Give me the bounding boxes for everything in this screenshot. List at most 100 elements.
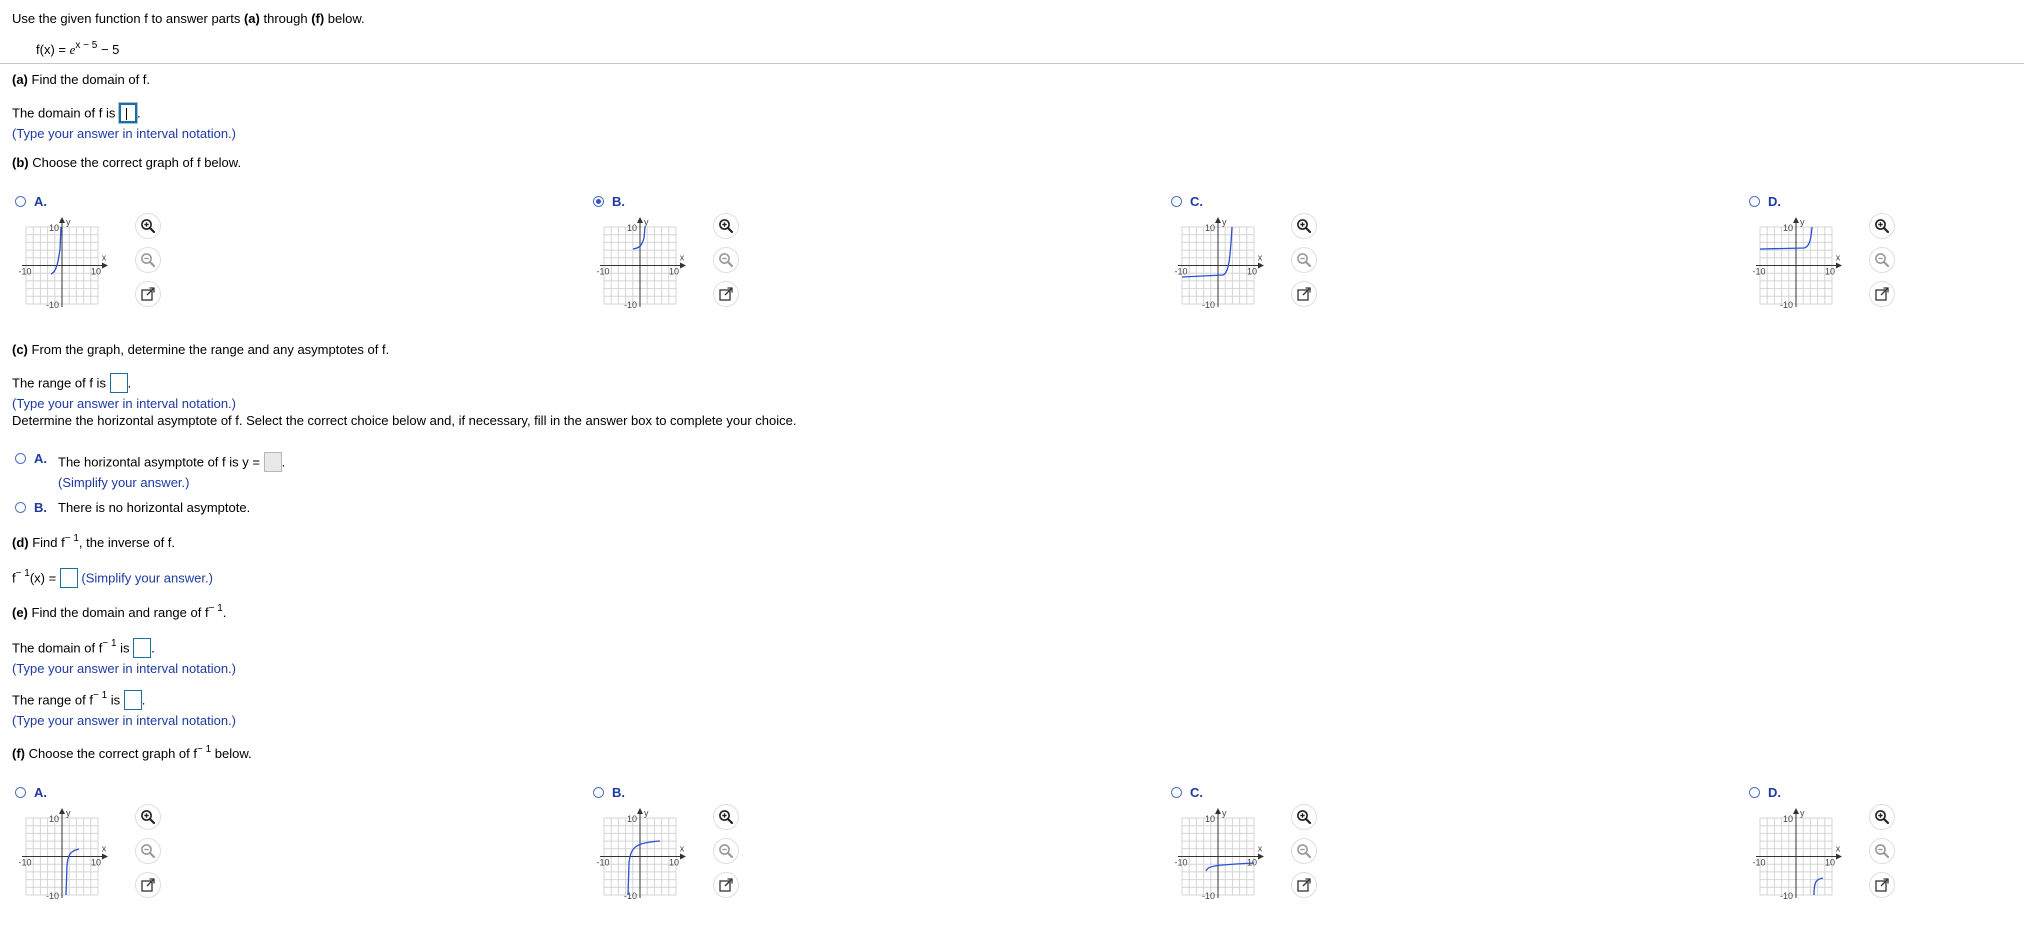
- y-tick-bottom: -10: [46, 891, 59, 900]
- y-tick-bottom: -10: [624, 891, 637, 900]
- open-external-icon[interactable]: [1292, 282, 1316, 306]
- divider: [0, 63, 2024, 64]
- asymptote-choice-a-hint: (Simplify your answer.): [58, 475, 190, 490]
- zoom-in-icon[interactable]: [1870, 214, 1894, 238]
- y-tick-top: 10: [49, 223, 59, 233]
- part-a-question: (a) Find the domain of f.: [12, 72, 151, 87]
- zoom-in-icon[interactable]: [1292, 214, 1316, 238]
- y-axis-label: y: [644, 808, 649, 818]
- inverse-range-input[interactable]: [123, 690, 142, 710]
- graph-inverse-option-c-radio[interactable]: [1171, 787, 1182, 798]
- open-external-icon[interactable]: [1870, 282, 1894, 306]
- graph-inverse-option-a-radio[interactable]: [15, 787, 26, 798]
- part-e-domain-line: The domain of f− 1 is .: [12, 638, 155, 659]
- y-axis-label: y: [66, 217, 71, 227]
- zoom-in-icon[interactable]: [714, 805, 738, 829]
- x-tick-left: -10: [596, 267, 609, 277]
- zoom-in-icon[interactable]: [136, 214, 160, 238]
- zoom-out-icon[interactable]: [714, 248, 738, 272]
- zoom-in-icon[interactable]: [1292, 805, 1316, 829]
- part-e-hint-range: (Type your answer in interval notation.): [12, 713, 236, 728]
- x-tick-right: 10: [91, 858, 101, 868]
- graph-f-option-a-label: A.: [34, 194, 47, 209]
- graph-inverse-option-c-label: C.: [1190, 785, 1203, 800]
- graph-inverse-option-b-graph: 10-10-10 10xy: [596, 808, 686, 900]
- part-c-range-line: The range of f is .: [12, 373, 131, 394]
- y-tick-bottom: -10: [1780, 891, 1793, 900]
- x-axis-label: x: [1258, 253, 1263, 263]
- asymptote-choice-a-radio[interactable]: [15, 453, 26, 464]
- range-answer-input[interactable]: [109, 373, 128, 393]
- part-d-question: (d) Find f− 1, the inverse of f.: [12, 533, 176, 550]
- graph-inverse-option-a-label: A.: [34, 785, 47, 800]
- part-e-range-line: The range of f− 1 is .: [12, 690, 145, 711]
- x-tick-right: 10: [669, 267, 679, 277]
- x-tick-right: 10: [1825, 858, 1835, 868]
- y-tick-top: 10: [1205, 814, 1215, 824]
- y-axis-label: y: [66, 808, 71, 818]
- zoom-out-icon[interactable]: [1870, 839, 1894, 863]
- y-tick-top: 10: [1783, 814, 1793, 824]
- x-tick-left: -10: [1174, 858, 1187, 868]
- asymptote-choice-b-letter: B.: [34, 500, 47, 515]
- open-external-icon[interactable]: [1870, 873, 1894, 897]
- y-tick-bottom: -10: [624, 300, 637, 309]
- zoom-out-icon[interactable]: [714, 839, 738, 863]
- x-axis-label: x: [1836, 844, 1841, 854]
- open-external-icon[interactable]: [1292, 873, 1316, 897]
- x-tick-right: 10: [91, 267, 101, 277]
- y-tick-bottom: -10: [1202, 300, 1215, 309]
- x-tick-left: -10: [1174, 267, 1187, 277]
- x-tick-left: -10: [1752, 267, 1765, 277]
- x-axis-label: x: [1836, 253, 1841, 263]
- inverse-domain-input[interactable]: [133, 638, 152, 658]
- asymptote-answer-input[interactable]: [263, 452, 282, 472]
- open-external-icon[interactable]: [714, 282, 738, 306]
- open-external-icon[interactable]: [136, 282, 160, 306]
- graph-f-option-b-radio[interactable]: [593, 196, 604, 207]
- zoom-out-icon[interactable]: [136, 248, 160, 272]
- zoom-in-icon[interactable]: [1870, 805, 1894, 829]
- inverse-answer-input[interactable]: [59, 568, 78, 588]
- domain-answer-input[interactable]: [118, 103, 137, 123]
- graph-inverse-option-d-radio[interactable]: [1749, 787, 1760, 798]
- zoom-out-icon[interactable]: [1870, 248, 1894, 272]
- y-tick-bottom: -10: [1202, 891, 1215, 900]
- zoom-out-icon[interactable]: [136, 839, 160, 863]
- y-tick-bottom: -10: [1780, 300, 1793, 309]
- graph-inverse-option-a-graph: 10-10-10 10xy: [18, 808, 108, 900]
- y-axis-label: y: [1222, 808, 1227, 818]
- x-tick-left: -10: [18, 858, 31, 868]
- asymptote-choice-a-letter: A.: [34, 451, 47, 466]
- asymptote-choice-b-radio[interactable]: [15, 502, 26, 513]
- y-axis-label: y: [644, 217, 649, 227]
- open-external-icon[interactable]: [714, 873, 738, 897]
- x-tick-right: 10: [1825, 267, 1835, 277]
- part-d-answer-line: f− 1(x) = (Simplify your answer.): [12, 568, 213, 589]
- graph-inverse-option-d-graph: 10-10-10 10xy: [1752, 808, 1842, 900]
- part-a-hint: (Type your answer in interval notation.): [12, 126, 236, 141]
- graph-inverse-option-b-radio[interactable]: [593, 787, 604, 798]
- y-axis-label: y: [1800, 808, 1805, 818]
- part-e-hint-domain: (Type your answer in interval notation.): [12, 661, 236, 676]
- y-tick-bottom: -10: [46, 300, 59, 309]
- x-axis-label: x: [1258, 844, 1263, 854]
- graph-f-option-c-graph: 10-10-10 10xy: [1174, 217, 1264, 309]
- graph-f-option-a-radio[interactable]: [15, 196, 26, 207]
- instructions: Use the given function f to answer parts…: [12, 11, 365, 26]
- zoom-out-icon[interactable]: [1292, 248, 1316, 272]
- part-c-question: (c) From the graph, determine the range …: [12, 342, 390, 357]
- zoom-out-icon[interactable]: [1292, 839, 1316, 863]
- graph-f-option-d-radio[interactable]: [1749, 196, 1760, 207]
- zoom-in-icon[interactable]: [714, 214, 738, 238]
- x-axis-label: x: [102, 253, 107, 263]
- graph-f-option-c-label: C.: [1190, 194, 1203, 209]
- part-a-answer-line: The domain of f is .: [12, 103, 141, 124]
- open-external-icon[interactable]: [136, 873, 160, 897]
- function-definition: f(x) = ex − 5 − 5: [36, 40, 120, 57]
- graph-f-option-c-radio[interactable]: [1171, 196, 1182, 207]
- asymptote-choice-a-text: The horizontal asymptote of f is y = .: [58, 452, 285, 473]
- zoom-in-icon[interactable]: [136, 805, 160, 829]
- x-axis-label: x: [680, 844, 685, 854]
- y-tick-top: 10: [627, 223, 637, 233]
